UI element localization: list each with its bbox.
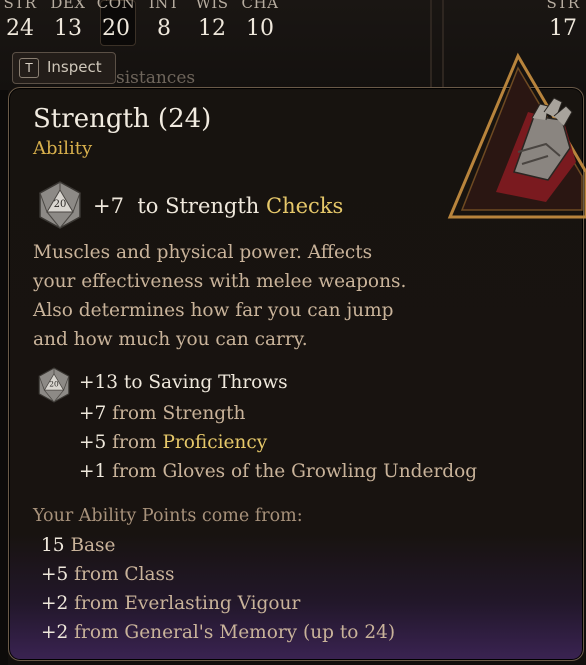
stat-value: 12 (198, 16, 226, 41)
ability-point-item: +2 from Everlasting Vigour (41, 593, 300, 614)
stat-label: INT (148, 0, 180, 12)
saving-throws-header: +13 to Saving Throws (79, 372, 288, 393)
stat-value: 8 (157, 16, 171, 41)
stat-value: 10 (246, 16, 274, 41)
bonus-prefix: from (112, 461, 157, 482)
bonus-prefix: from (112, 403, 157, 424)
tooltip-subtitle: Ability (33, 138, 93, 159)
stat-label: DEX (50, 0, 86, 12)
point-value: 15 (41, 535, 65, 556)
d20-die-icon: 20 (39, 181, 81, 229)
tooltip-title: Strength (24) (33, 104, 212, 134)
bonus-value: +1 (79, 461, 107, 482)
bonus-prefix: from (112, 432, 157, 453)
die-label: 20 (49, 379, 59, 388)
point-source: from Everlasting Vigour (74, 593, 301, 614)
stat-value: 17 (549, 16, 577, 41)
point-source: from Class (74, 564, 175, 585)
inspect-label: Inspect (47, 58, 102, 76)
gauntlet-icon (447, 52, 586, 219)
bonus-source: Gloves of the Growling Underdog (162, 461, 478, 482)
bonus-source: Proficiency (162, 432, 268, 453)
stat-label: CHA (241, 0, 279, 12)
stat-label: CON (96, 0, 136, 12)
ability-point-item: +5 from Class (41, 564, 175, 585)
point-value: +5 (41, 564, 69, 585)
point-value: +2 (41, 622, 69, 643)
stat-value: 13 (54, 16, 82, 41)
check-bonus: +7 (93, 194, 124, 218)
panel-divider (430, 0, 432, 90)
saving-throw-item: +7 from Strength (79, 403, 245, 424)
die-label: 20 (54, 199, 67, 210)
inspect-button[interactable]: T Inspect (12, 52, 116, 84)
ability-point-item: 15 Base (41, 535, 116, 556)
d20-die-icon: 20 (38, 367, 70, 403)
point-source: from General's Memory (up to 24) (74, 622, 396, 643)
check-text: to Strength (137, 194, 260, 218)
bonus-source: Strength (162, 403, 246, 424)
ability-check-line: +7 to Strength Checks (93, 194, 343, 218)
background-edge (0, 90, 8, 665)
stat-label: STR (3, 0, 37, 12)
check-keyword: Checks (266, 194, 344, 218)
bonus-value: +7 (79, 403, 107, 424)
point-source: Base (70, 535, 116, 556)
stat-value: 24 (6, 16, 34, 41)
stat-label: WIS (195, 0, 229, 12)
ability-point-item: +2 from General's Memory (up to 24) (41, 622, 395, 643)
ability-description: Muscles and physical power. Affects your… (33, 242, 407, 350)
stat-value: 20 (102, 16, 130, 41)
saving-throw-item: +1 from Gloves of the Growling Underdog (79, 461, 477, 482)
resistances-label: sistances (116, 68, 196, 88)
point-value: +2 (41, 593, 69, 614)
saving-throw-item: +5 from Proficiency (79, 432, 267, 453)
ability-points-header: Your Ability Points come from: (33, 506, 303, 526)
bonus-value: +5 (79, 432, 107, 453)
stat-label: STR (546, 0, 580, 12)
keybind-badge: T (19, 58, 39, 78)
